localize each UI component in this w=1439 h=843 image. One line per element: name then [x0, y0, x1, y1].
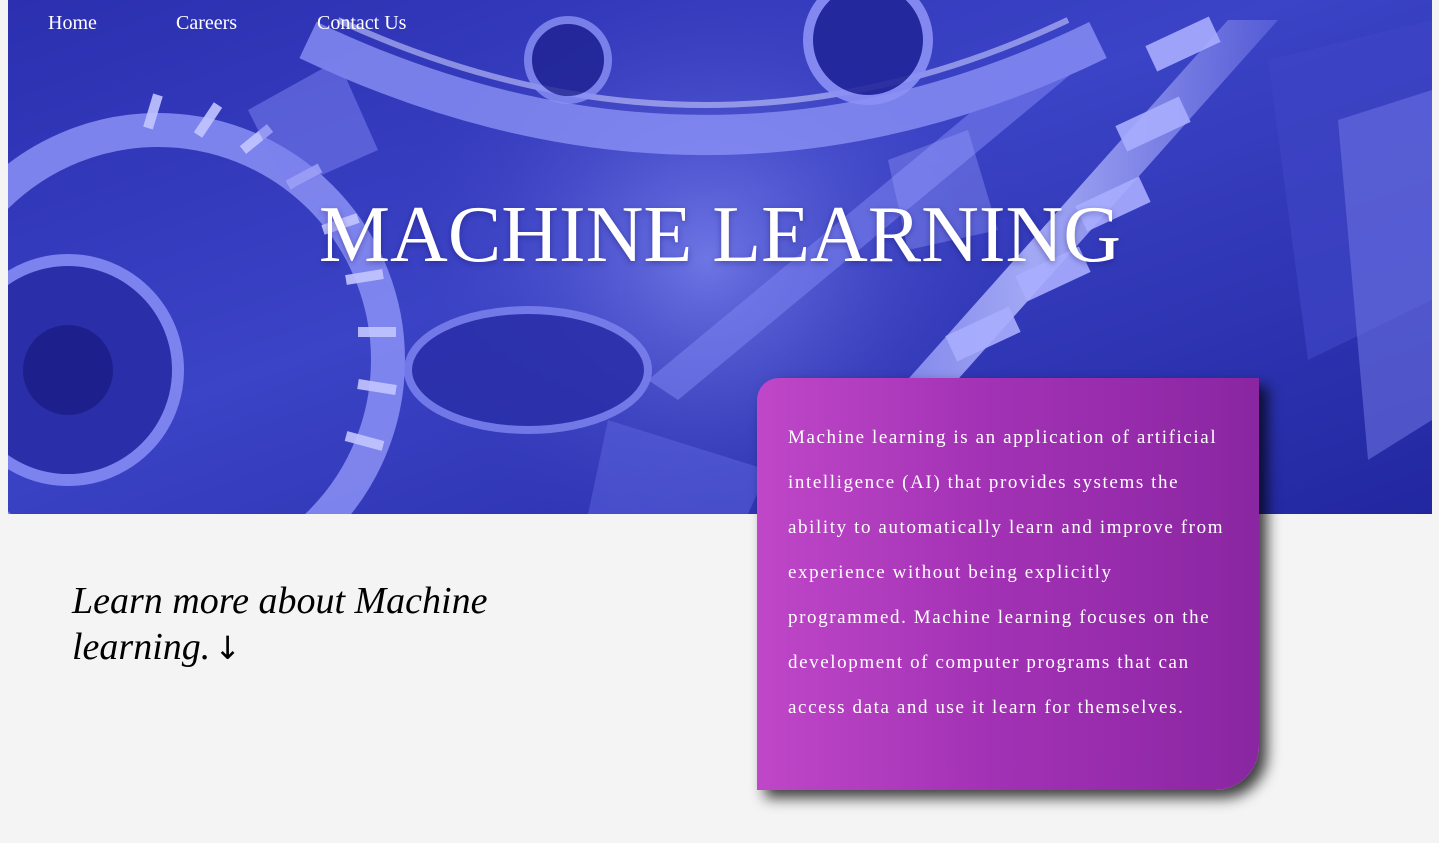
- info-card-text: Machine learning is an application of ar…: [788, 427, 1225, 718]
- nav-link-careers[interactable]: Careers: [176, 12, 237, 35]
- nav-link-contact-us[interactable]: Contact Us: [317, 12, 406, 35]
- info-card: Machine learning is an application of ar…: [757, 378, 1259, 790]
- down-arrow-icon: ↓: [214, 629, 242, 667]
- hero-title: MACHINE LEARNING: [318, 191, 1122, 279]
- learn-more-heading: Learn more about Machine learning. ↓: [72, 578, 542, 671]
- learn-more-text: Learn more about Machine learning.: [72, 580, 488, 668]
- nav-link-home[interactable]: Home: [48, 12, 97, 35]
